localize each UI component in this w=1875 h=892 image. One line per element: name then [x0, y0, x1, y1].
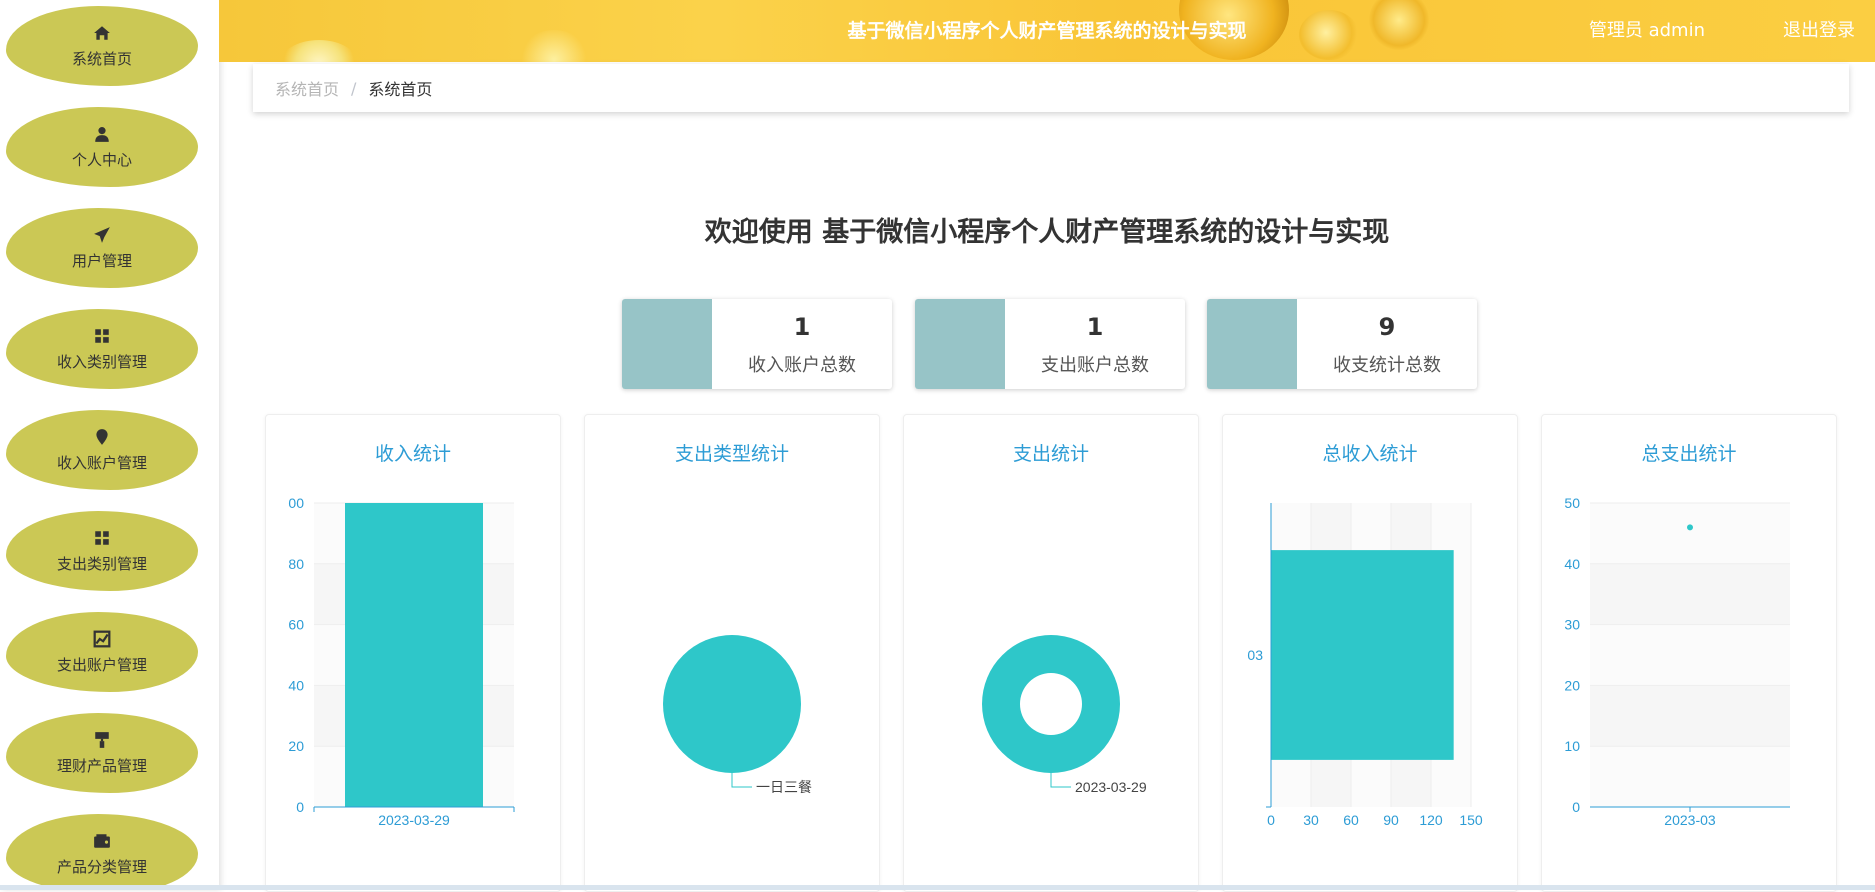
stat-card-expense-accounts: 1 支出账户总数: [915, 299, 1185, 389]
paint-roller-icon: [95, 731, 109, 748]
y-tick-label: 03: [1247, 647, 1263, 663]
stat-label: 收入账户总数: [748, 355, 856, 376]
sidebar-item-label: 系统首页: [71, 49, 132, 68]
y-tick-label: 80: [288, 556, 304, 572]
stat-value: 9: [1378, 313, 1396, 341]
donut-slice: [982, 635, 1120, 773]
sidebar-item-product-category[interactable]: 产品分类管理: [6, 814, 198, 890]
breadcrumb-home-link[interactable]: 系统首页: [275, 76, 339, 100]
grid-band: [1590, 503, 1790, 564]
sidebar-item-home[interactable]: 系统首页: [6, 6, 198, 86]
stat-label: 支出账户总数: [1041, 355, 1149, 376]
expense-type-pie-chart: 一日三餐: [663, 635, 812, 795]
y-tick-label: 60: [288, 617, 304, 633]
map-pin-icon: [96, 428, 108, 445]
grid-band: [1590, 685, 1790, 747]
welcome-title: 欢迎使用 基于微信小程序个人财产管理系统的设计与实现: [704, 217, 1390, 248]
y-tick-label: 50: [1564, 495, 1580, 511]
x-tick-label: 120: [1419, 812, 1443, 828]
y-tick-label: 0: [1572, 799, 1580, 815]
breadcrumb: 系统首页 / 系统首页: [253, 64, 1849, 112]
sidebar: 系统首页 个人中心 用户管理 收入类别管理 收入账户管理 支出类别管理 支出账户…: [0, 0, 219, 890]
sidebar-item-label: 收入账户管理: [56, 453, 147, 472]
paper-plane-icon: [94, 226, 110, 243]
stat-card-income-accounts: 1 收入账户总数: [622, 299, 892, 389]
y-tick-label: 40: [1564, 556, 1580, 572]
y-tick-label: 20: [288, 738, 304, 754]
sidebar-item-finance-product[interactable]: 理财产品管理: [6, 713, 198, 793]
stat-value: 1: [793, 313, 811, 341]
chart-card-total-expense: 总支出统计 0 10 20 30 40 50 2023-03: [1541, 414, 1837, 892]
sidebar-item-income-account[interactable]: 收入账户管理: [6, 410, 198, 490]
y-tick-label: 20: [1564, 677, 1580, 693]
y-tick-label: 10: [1564, 738, 1580, 754]
x-tick-label: 60: [1343, 812, 1359, 828]
sidebar-item-expense-category[interactable]: 支出类别管理: [6, 511, 198, 591]
expense-donut-chart: 2023-03-29: [982, 635, 1147, 795]
home-icon: [94, 25, 110, 40]
sidebar-item-label: 产品分类管理: [56, 857, 147, 876]
stat-color-block: [915, 299, 1005, 389]
sidebar-item-users[interactable]: 用户管理: [6, 208, 198, 288]
line-chart-icon: [93, 630, 111, 647]
grid-band: [1590, 624, 1790, 686]
logout-button[interactable]: 退出登录: [1783, 16, 1855, 42]
header-user: 管理员 admin: [1588, 20, 1705, 41]
grid-icon: [95, 530, 109, 545]
sidebar-item-expense-account[interactable]: 支出账户管理: [6, 612, 198, 692]
breadcrumb-current: 系统首页: [368, 80, 433, 99]
sidebar-item-profile[interactable]: 个人中心: [6, 107, 198, 187]
sidebar-item-label: 个人中心: [71, 150, 132, 169]
bar: [1271, 550, 1454, 760]
x-tick-label: 30: [1303, 812, 1319, 828]
pie-label-line: [1050, 773, 1071, 788]
chart-card-total-income: 总收入统计 0 30 60 90 120 150 03: [1222, 414, 1518, 892]
pie-label: 一日三餐: [756, 779, 812, 795]
grid-band: [1590, 563, 1790, 625]
total-income-bar-chart: 0 30 60 90 120 150 03: [1247, 503, 1483, 828]
sidebar-item-label: 支出类别管理: [56, 554, 147, 573]
y-tick-label: 40: [288, 677, 304, 693]
breadcrumb-separator: /: [351, 78, 357, 98]
stat-color-block: [1207, 299, 1297, 389]
stat-color-block: [622, 299, 712, 389]
sidebar-item-income-category[interactable]: 收入类别管理: [6, 309, 198, 389]
sidebar-item-label: 收入类别管理: [56, 352, 147, 371]
grid-band: [1590, 746, 1790, 807]
pie-label: 2023-03-29: [1075, 779, 1147, 795]
bottom-edge: [0, 885, 1875, 890]
chart-card-expense: 支出统计 2023-03-29: [903, 414, 1199, 892]
x-tick-label: 2023-03: [1664, 812, 1716, 828]
stat-card-records: 9 收支统计总数: [1207, 299, 1477, 389]
scatter-point: [1687, 524, 1693, 531]
header-decoration: [279, 40, 359, 62]
top-header: 基于微信小程序个人财产管理系统的设计与实现 管理员 admin 退出登录: [219, 0, 1875, 62]
x-tick-label: 90: [1383, 812, 1399, 828]
total-expense-scatter-chart: 0 10 20 30 40 50 2023-03: [1564, 495, 1790, 828]
y-tick-label: 30: [1564, 617, 1580, 633]
sidebar-item-label: 支出账户管理: [56, 655, 147, 674]
x-tick-label: 150: [1459, 812, 1483, 828]
sidebar-item-label: 用户管理: [71, 251, 132, 270]
grid-icon: [95, 328, 109, 343]
wallet-icon: [94, 833, 110, 848]
chart-card-income: 收入统计 0 20 40 60 80 00 2023-03-29: [265, 414, 561, 892]
stat-value: 1: [1086, 313, 1104, 341]
pie-label-line: [731, 773, 752, 788]
y-tick-label: 00: [288, 495, 304, 511]
bar: [345, 503, 483, 807]
chart-card-expense-type: 支出类型统计 一日三餐: [584, 414, 880, 892]
income-bar-chart: 0 20 40 60 80 00 2023-03-29: [288, 495, 515, 828]
stat-label: 收支统计总数: [1333, 355, 1441, 376]
x-tick-label: 2023-03-29: [378, 812, 450, 828]
y-tick-label: 0: [296, 799, 304, 815]
pie-slice: [663, 635, 801, 773]
sidebar-item-label: 理财产品管理: [56, 756, 147, 775]
x-tick-label: 0: [1267, 812, 1275, 828]
user-icon: [95, 126, 109, 142]
